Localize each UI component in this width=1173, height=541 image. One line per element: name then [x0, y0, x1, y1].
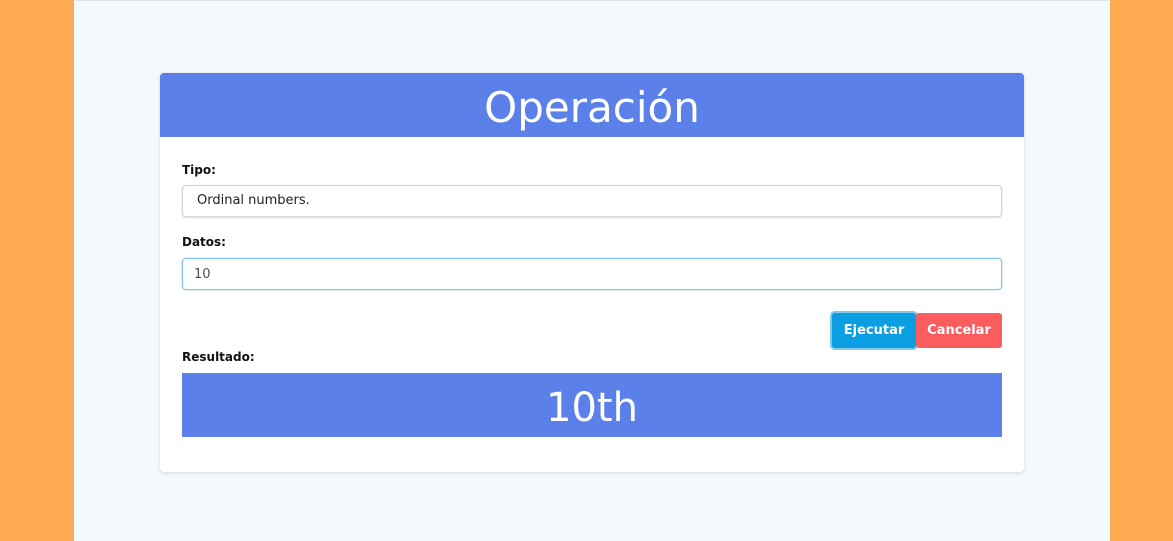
- page-content: Operación Tipo: Ordinal numbers. Datos: …: [74, 0, 1110, 541]
- tipo-select[interactable]: Ordinal numbers.: [182, 185, 1002, 217]
- cancel-button[interactable]: Cancelar: [916, 313, 1002, 348]
- card-title: Operación: [160, 73, 1024, 137]
- datos-input[interactable]: [182, 258, 1002, 290]
- execute-button[interactable]: Ejecutar: [832, 313, 916, 348]
- resultado-label: Resultado:: [182, 350, 255, 364]
- result-display: 10th: [182, 373, 1002, 437]
- datos-label: Datos:: [182, 235, 226, 249]
- operation-card: Operación Tipo: Ordinal numbers. Datos: …: [160, 73, 1024, 472]
- tipo-label: Tipo:: [182, 163, 216, 177]
